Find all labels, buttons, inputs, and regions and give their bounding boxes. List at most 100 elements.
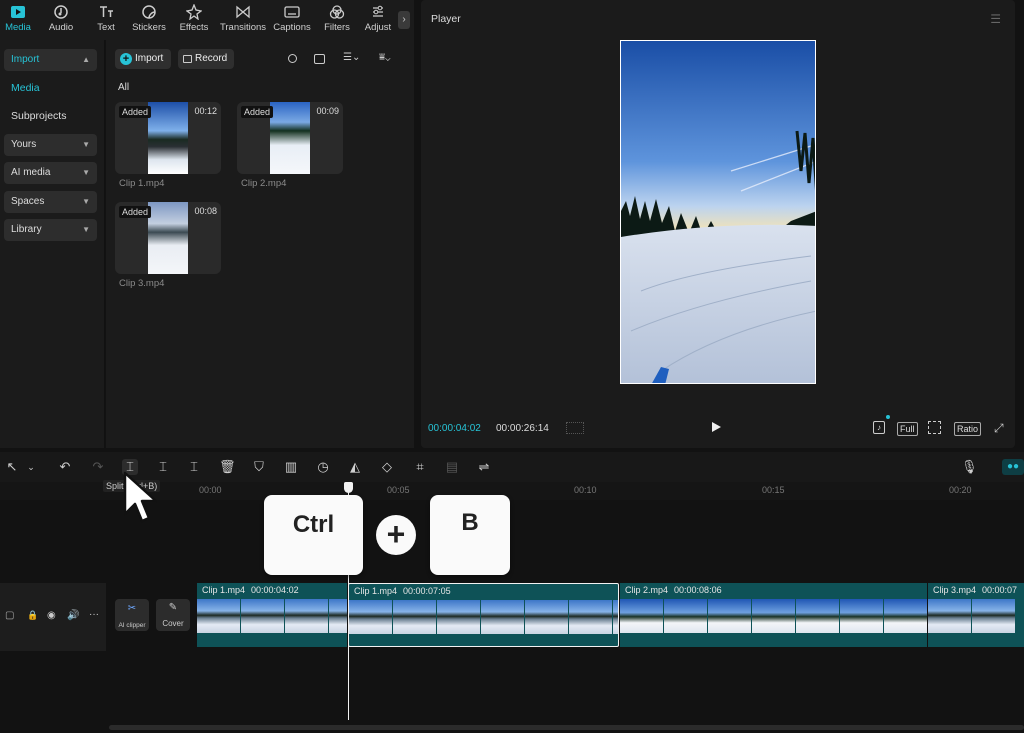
sidebar-import[interactable]: Import ▲ xyxy=(4,49,97,71)
play-icon[interactable] xyxy=(712,422,721,432)
player-title: Player xyxy=(431,13,461,25)
timeline-clip-selected[interactable]: Clip 1.mp4 00:00:07:05 xyxy=(348,583,619,647)
caption-tool-icon: ▤ xyxy=(445,459,459,474)
undo-icon[interactable]: ↶ xyxy=(57,459,73,475)
media-card[interactable]: Added 00:08 xyxy=(115,202,221,274)
lock-icon[interactable]: 🔒 xyxy=(27,610,38,621)
stickers-icon xyxy=(142,5,156,19)
current-time: 00:00:04:02 xyxy=(428,423,481,434)
tab-media[interactable]: Media xyxy=(4,4,32,38)
speed-icon[interactable]: ◷ xyxy=(315,459,331,475)
tab-transitions[interactable]: Transitions xyxy=(219,4,267,38)
tab-label: Adjust xyxy=(364,22,392,33)
tab-label: Captions xyxy=(273,22,311,33)
tab-effects[interactable]: Effects xyxy=(177,4,211,38)
media-card[interactable]: Added 00:12 xyxy=(115,102,221,174)
zoom-fit-icon[interactable] xyxy=(928,421,941,434)
timecode-toggle-icon[interactable] xyxy=(566,422,584,434)
clip-name: Clip 3.mp4 xyxy=(119,278,165,289)
grid-view-icon[interactable] xyxy=(314,54,325,64)
mirror-icon[interactable]: ◭ xyxy=(347,459,363,475)
record-button[interactable]: Record xyxy=(178,49,234,69)
clip-filmstrip xyxy=(620,599,927,633)
delete-icon[interactable]: 🗑 xyxy=(219,459,236,475)
sidebar-item-subprojects[interactable]: Subprojects xyxy=(11,110,66,122)
added-badge: Added xyxy=(119,206,152,218)
b-key: B xyxy=(430,495,510,575)
clip-name: Clip 1.mp4 xyxy=(354,586,398,596)
playhead-handle[interactable] xyxy=(344,482,353,493)
clip-label: Clip 1.mp4 00:00:04:02 xyxy=(197,583,347,598)
ruler-tick: 00:15 xyxy=(762,485,785,495)
import-button[interactable]: + Import xyxy=(115,49,171,69)
tab-label: Media xyxy=(5,22,31,33)
clip-duration: 00:00:08:06 xyxy=(674,585,722,595)
full-button[interactable]: Full xyxy=(897,422,918,436)
audio-icon xyxy=(54,5,68,19)
tab-label: Audio xyxy=(48,22,74,33)
tiktok-icon[interactable]: ♪ xyxy=(873,421,885,434)
clip-name: Clip 1.mp4 xyxy=(119,178,165,189)
filter-all-label[interactable]: All xyxy=(118,82,129,93)
crop-icon[interactable]: ⌗ xyxy=(412,459,428,475)
select-tool-icon[interactable]: ↖ xyxy=(4,459,20,475)
filters-icon xyxy=(329,5,345,19)
media-card[interactable]: Added 00:09 xyxy=(237,102,343,174)
timeline-clip[interactable]: Clip 2.mp4 00:00:08:06 xyxy=(620,583,927,647)
tab-text[interactable]: Text xyxy=(91,4,121,38)
visibility-icon[interactable]: ◉ xyxy=(47,610,56,621)
ai-clipper-button[interactable]: ✂ AI clipper xyxy=(115,599,149,631)
ctrl-key: Ctrl xyxy=(264,495,363,575)
plus-circle-icon: + xyxy=(120,53,132,65)
chevron-down-icon[interactable]: ⌄ xyxy=(23,459,39,475)
link-toggle-icon[interactable]: ●● xyxy=(1002,459,1024,475)
sidebar-item-label: AI media xyxy=(11,167,51,178)
media-panel: + Import Record ☰⌄ ⩸⌄ All Added 00:12 Cl… xyxy=(106,40,414,448)
more-icon[interactable]: ··· xyxy=(89,609,99,620)
rotate-icon[interactable]: ◇ xyxy=(379,459,395,475)
tab-label: Transitions xyxy=(219,22,267,33)
marker-icon[interactable]: ⛉ xyxy=(251,459,267,475)
nav-scroll-right-button[interactable]: › xyxy=(398,11,410,29)
tab-adjust[interactable]: Adjust xyxy=(360,4,396,38)
sidebar-library[interactable]: Library ▼ xyxy=(4,219,97,241)
tab-audio[interactable]: Audio xyxy=(46,4,76,38)
sidebar-spaces[interactable]: Spaces ▼ xyxy=(4,191,97,213)
fullscreen-icon[interactable]: ⤢ xyxy=(994,421,1004,436)
clip-duration: 00:09 xyxy=(316,106,339,116)
replace-icon[interactable]: ⇌ xyxy=(476,459,492,475)
clip-name: Clip 3.mp4 xyxy=(933,585,977,595)
cover-label: Cover xyxy=(162,619,184,628)
ai-clipper-label: AI clipper xyxy=(118,622,146,629)
audio-volume-icon[interactable]: 🔊 xyxy=(67,610,79,621)
cover-button[interactable]: ✎ Cover xyxy=(156,599,190,631)
timeline-clip[interactable]: Clip 3.mp4 00:00:07 xyxy=(928,583,1024,647)
split-right-icon[interactable]: ⌶ xyxy=(186,459,202,475)
video-preview[interactable] xyxy=(620,40,816,384)
sidebar-yours[interactable]: Yours ▼ xyxy=(4,134,97,156)
sidebar-ai-media[interactable]: AI media ▼ xyxy=(4,162,97,184)
clip-name: Clip 2.mp4 xyxy=(241,178,287,189)
timeline-scrollbar[interactable] xyxy=(109,725,1024,730)
freeze-icon[interactable]: ▥ xyxy=(283,459,299,475)
sort-icon[interactable]: ☰⌄ xyxy=(343,52,360,63)
captions-icon xyxy=(284,6,300,18)
ratio-button[interactable]: Ratio xyxy=(954,422,982,436)
microphone-icon[interactable]: 🎙 xyxy=(961,459,978,475)
track-header: ▢ 🔒 ◉ 🔊 ··· xyxy=(0,583,106,651)
chevron-down-icon: ▼ xyxy=(82,197,90,206)
menu-icon[interactable]: ☰ xyxy=(990,12,1001,26)
filter-icon[interactable]: ⩸⌄ xyxy=(379,52,390,63)
clip-duration: 00:12 xyxy=(194,106,217,116)
chevron-down-icon: ▼ xyxy=(82,140,90,149)
tab-stickers[interactable]: Stickers xyxy=(131,4,167,38)
tab-filters[interactable]: Filters xyxy=(322,4,352,38)
sidebar-item-media[interactable]: Media xyxy=(11,82,40,94)
tab-label: Text xyxy=(97,22,115,33)
search-icon[interactable] xyxy=(288,54,297,63)
added-badge: Added xyxy=(119,106,152,118)
timeline-clip[interactable]: Clip 1.mp4 00:00:04:02 xyxy=(197,583,347,647)
tab-captions[interactable]: Captions xyxy=(272,4,312,38)
track-preview-icon[interactable]: ▢ xyxy=(5,610,14,621)
adjust-icon xyxy=(373,5,383,17)
